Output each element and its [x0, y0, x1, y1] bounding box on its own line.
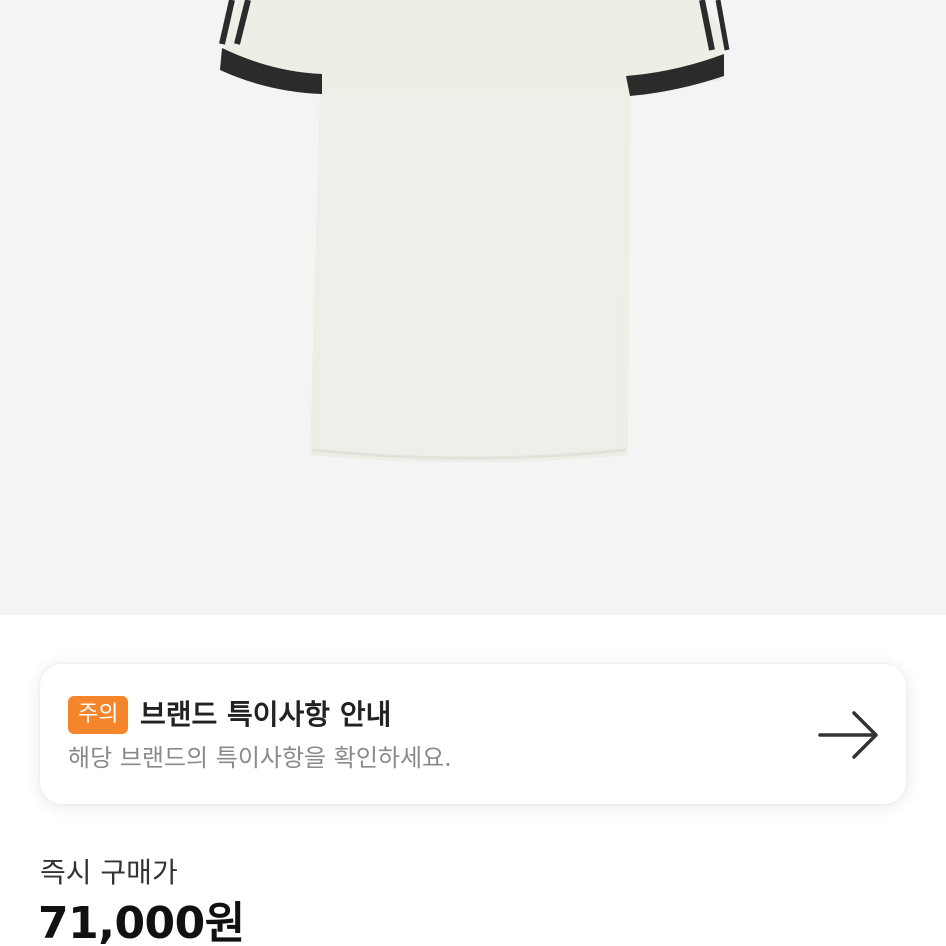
brand-notice-card[interactable]: 주의 브랜드 특이사항 안내 해당 브랜드의 특이사항을 확인하세요. — [40, 664, 906, 804]
product-image[interactable] — [0, 0, 946, 615]
tshirt-front-shade — [320, 92, 624, 459]
arrow-right-icon[interactable] — [818, 710, 880, 760]
tshirt-illustration — [219, 0, 730, 463]
instant-buy-price-label: 즉시 구매가 — [40, 856, 178, 889]
instant-buy-price: 71,000원 — [38, 898, 245, 946]
warning-badge: 주의 — [68, 696, 129, 734]
product-page: 주의 브랜드 특이사항 안내 해당 브랜드의 특이사항을 확인하세요. 즉시 구… — [0, 0, 946, 946]
notice-description: 해당 브랜드의 특이사항을 확인하세요. — [68, 744, 452, 772]
notice-title: 브랜드 특이사항 안내 — [140, 698, 392, 731]
